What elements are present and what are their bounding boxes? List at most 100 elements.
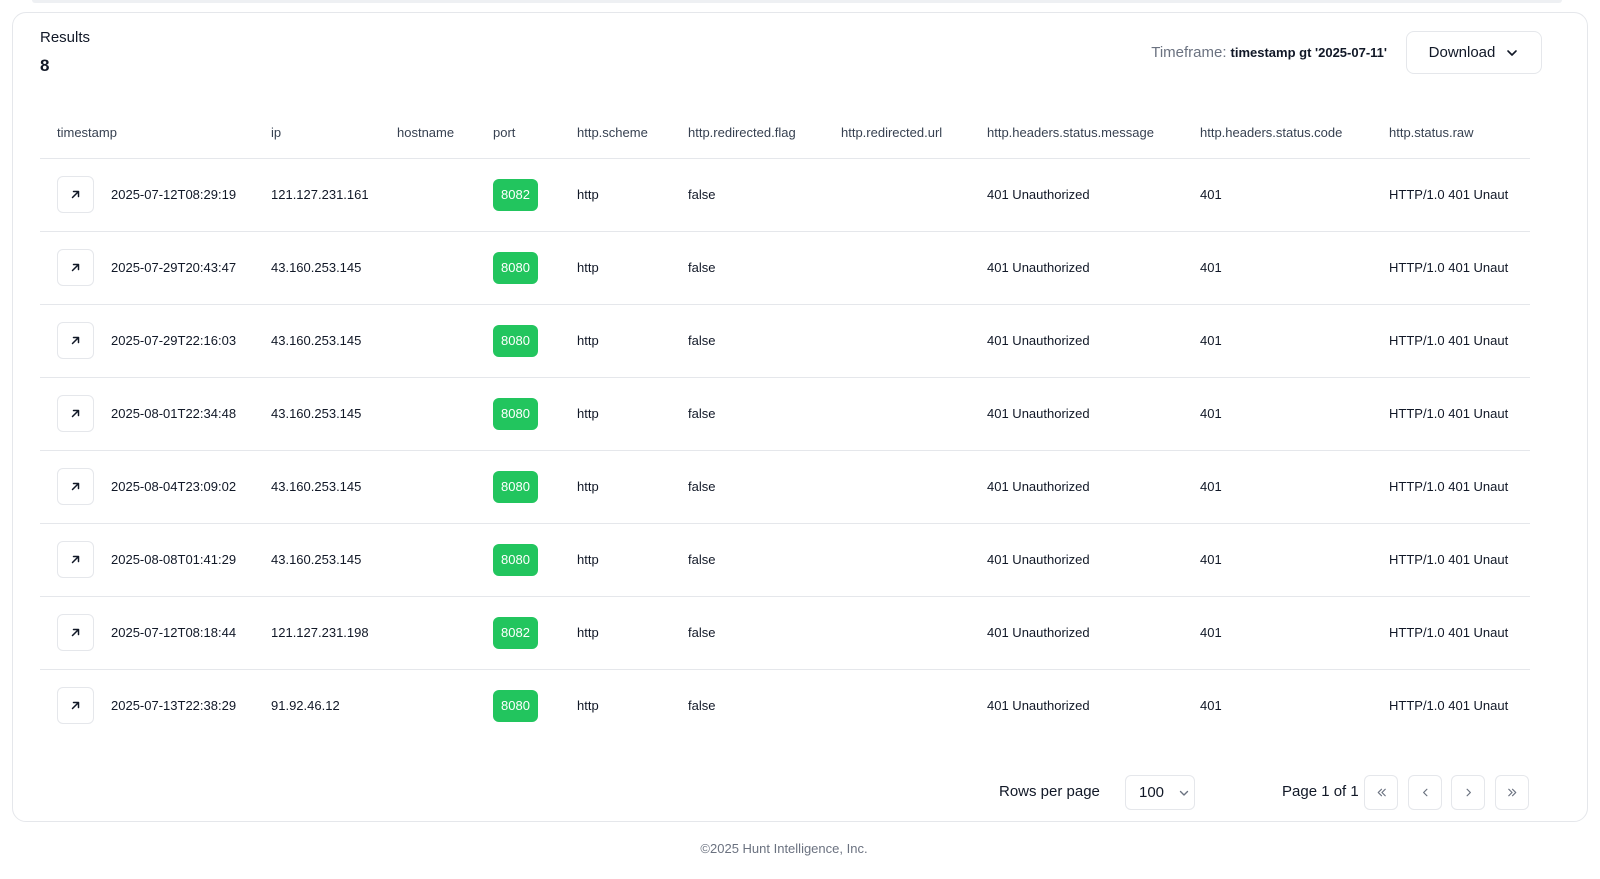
open-record-button[interactable] [57, 687, 94, 725]
status-message-cell: 401 Unauthorized [987, 450, 1200, 524]
status-raw-cell: HTTP/1.0 401 Unaut [1389, 158, 1530, 232]
column-header-ip[interactable]: ip [271, 113, 397, 159]
hostname-cell [397, 596, 493, 670]
open-record-button[interactable] [57, 249, 94, 286]
column-header-http-headers-status-code[interactable]: http.headers.status.code [1200, 113, 1389, 159]
timestamp-cell: 2025-07-12T08:18:44 [40, 596, 271, 670]
port-badge: 8080 [493, 470, 538, 503]
first-page-button[interactable] [1364, 775, 1398, 810]
next-page-button[interactable] [1451, 775, 1485, 810]
download-label: Download [1428, 44, 1496, 61]
status-message-cell: 401 Unauthorized [987, 698, 1090, 714]
open-record-button[interactable] [57, 541, 94, 578]
status-code-cell: 401 [1200, 377, 1389, 451]
table-row: 2025-07-29T20:43:47 43.160.253.145 8080 htt… [40, 231, 1530, 305]
timestamp-value: 2025-08-01T22:34:48 [111, 406, 237, 421]
table-row: 2025-08-08T01:41:29 43.160.253.145 8080 htt… [40, 523, 1530, 597]
open-record-button[interactable] [57, 176, 94, 213]
chevrons-right-icon [1507, 788, 1516, 797]
timeframe-value: timestamp gt '2025-07-11' [1230, 45, 1387, 60]
status-raw-cell: HTTP/1.0 401 Unaut [1389, 523, 1530, 597]
port-badge: 8082 [493, 616, 538, 649]
status-code-cell: 401 [1200, 450, 1389, 524]
column-header-http-redirected-flag[interactable]: http.redirected.flag [688, 113, 841, 159]
open-record-button[interactable] [57, 468, 94, 505]
column-header-http-redirected-url[interactable]: http.redirected.url [841, 113, 987, 159]
results-card: Results 8 Timeframe: timestamp gt '2025-0… [12, 12, 1588, 822]
timestamp-value: 2025-07-12T08:18:44 [111, 625, 237, 640]
timestamp-cell: 2025-08-04T23:09:02 [40, 450, 271, 524]
arrow-up-right-icon [71, 263, 80, 272]
redirected-flag-cell: false [688, 231, 841, 305]
last-page-button[interactable] [1495, 775, 1529, 810]
scheme-cell: http [577, 450, 688, 524]
table-row: 2025-08-04T23:09:02 43.160.253.145 8080 htt… [40, 450, 1530, 524]
redirected-flag-cell: false [688, 698, 716, 714]
redirected-flag-cell: false [688, 377, 841, 451]
port-badge: 8082 [493, 178, 538, 211]
ip-cell: 43.160.253.145 [271, 450, 397, 524]
chevron-down-icon [1179, 790, 1189, 796]
scheme-cell: http [577, 698, 599, 714]
port-cell: 8080 [493, 450, 577, 524]
open-record-button[interactable] [57, 322, 94, 359]
column-header-http-headers-status-message[interactable]: http.headers.status.message [987, 113, 1200, 159]
timestamp-value: 2025-08-08T01:41:29 [111, 552, 237, 567]
timestamp-value: 2025-07-29T20:43:47 [111, 260, 237, 275]
status-code-cell: 401 [1200, 596, 1389, 670]
redirected-url-cell [841, 304, 987, 378]
port-cell: 8080 [493, 231, 577, 305]
chevron-down-icon [1507, 49, 1518, 56]
column-header-http-scheme[interactable]: http.scheme [577, 113, 688, 159]
scheme-cell: http [577, 158, 688, 232]
timestamp-value: 2025-08-04T23:09:02 [111, 479, 237, 494]
status-message-cell: 401 Unauthorized [987, 304, 1200, 378]
port-badge: 8080 [493, 397, 538, 430]
column-header-http-status-raw[interactable]: http.status.raw [1389, 113, 1530, 159]
rows-per-page-select[interactable]: 100 [1125, 775, 1195, 810]
status-raw-cell: HTTP/1.0 401 Unaut [1389, 304, 1530, 378]
status-raw-cell: HTTP/1.0 401 Unaut [1389, 596, 1530, 670]
arrow-up-right-icon [71, 628, 80, 637]
column-header-hostname[interactable]: hostname [397, 113, 493, 159]
arrow-up-right-icon [71, 190, 80, 199]
port-cell: 8080 [493, 377, 577, 451]
redirected-url-cell [841, 596, 987, 670]
page-info: Page 1 of 1 [1282, 783, 1359, 800]
ip-cell: 43.160.253.145 [271, 523, 397, 597]
column-header-port[interactable]: port [493, 113, 577, 159]
scheme-cell: http [577, 523, 688, 597]
column-header-timestamp[interactable]: timestamp [40, 113, 271, 159]
timestamp-cell: 2025-07-12T08:29:19 [40, 158, 271, 232]
timeframe-label: Timeframe: [1151, 44, 1227, 61]
hostname-cell [397, 158, 493, 232]
ip-cell: 121.127.231.161 [271, 158, 397, 232]
status-raw-cell: HTTP/1.0 401 Unaut [1389, 698, 1509, 714]
previous-page-button[interactable] [1408, 775, 1442, 810]
timestamp-cell: 2025-07-13T22:38:29 [40, 669, 271, 742]
results-count: 8 [40, 56, 50, 75]
hostname-cell [397, 669, 493, 742]
status-raw-cell: HTTP/1.0 401 Unaut [1389, 231, 1530, 305]
port-cell: 8080 [493, 669, 577, 742]
table-row: 2025-07-13T22:38:29 91.92.46.12 8080 http fa… [40, 669, 1530, 742]
table-row: 2025-07-29T22:16:03 43.160.253.145 8080 htt… [40, 304, 1530, 378]
status-raw-cell: HTTP/1.0 401 Unaut [1389, 450, 1530, 524]
chevron-left-icon [1422, 788, 1427, 797]
chevrons-left-icon [1377, 788, 1386, 797]
timeframe: Timeframe: timestamp gt '2025-07-11' [1151, 44, 1387, 61]
timestamp-cell: 2025-08-08T01:41:29 [40, 523, 271, 597]
status-code-cell: 401 [1200, 304, 1389, 378]
status-code-cell: 401 [1200, 523, 1389, 597]
open-record-button[interactable] [57, 395, 94, 432]
arrow-up-right-icon [71, 555, 80, 564]
status-code-cell: 401 [1200, 698, 1222, 714]
download-button[interactable]: Download [1406, 31, 1542, 74]
hostname-cell [397, 450, 493, 524]
redirected-flag-cell: false [688, 158, 841, 232]
ip-cell: 43.160.253.145 [271, 231, 397, 305]
timestamp-value: 2025-07-13T22:38:29 [111, 698, 237, 714]
timestamp-value: 2025-07-29T22:16:03 [111, 333, 237, 348]
open-record-button[interactable] [57, 614, 94, 651]
redirected-flag-cell: false [688, 304, 841, 378]
